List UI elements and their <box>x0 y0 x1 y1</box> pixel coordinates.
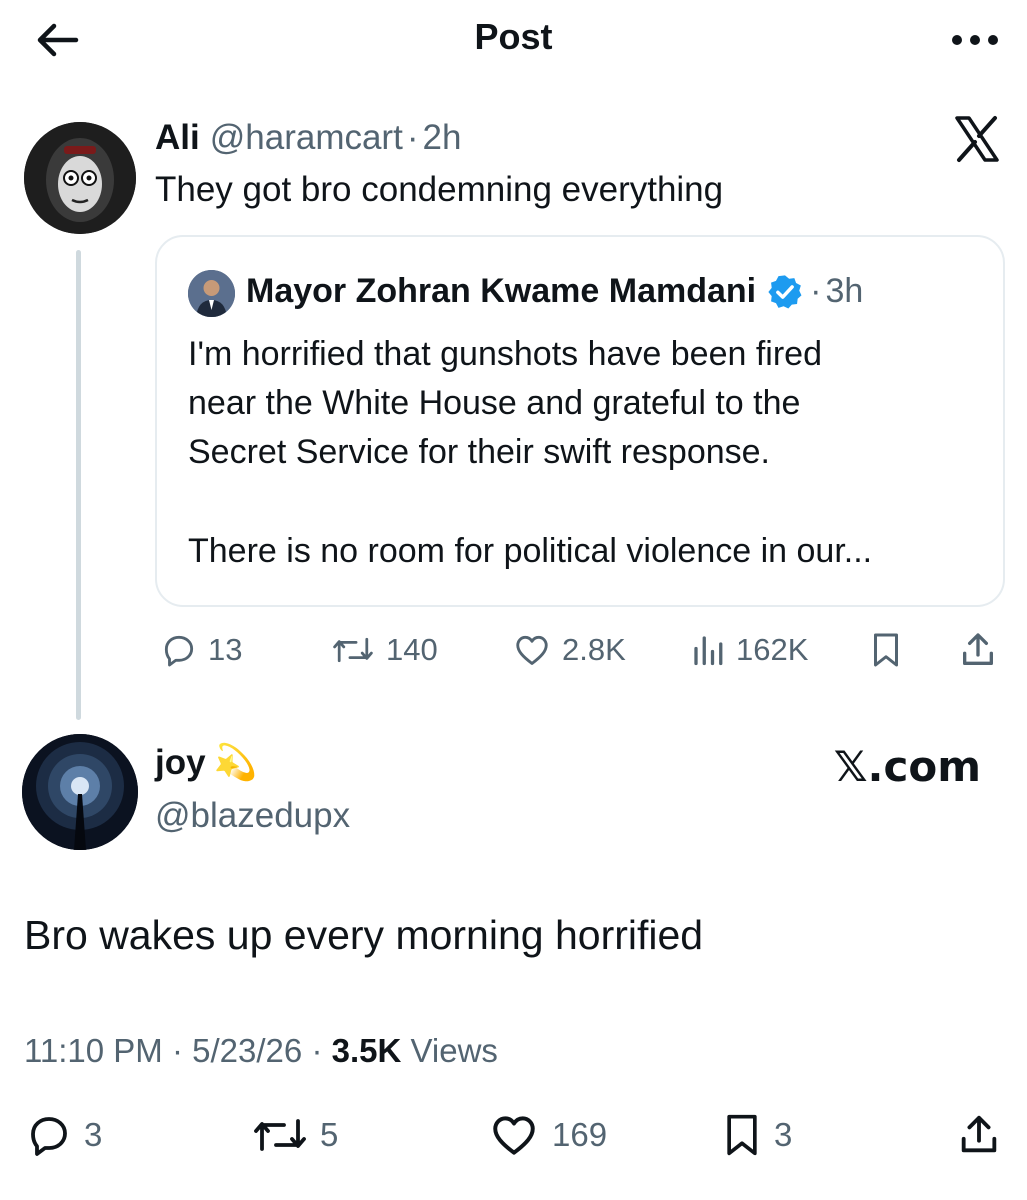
bookmark-icon <box>727 1114 757 1156</box>
like-button[interactable]: 169 <box>486 1110 607 1160</box>
separator-dot: · <box>171 1032 183 1069</box>
quoted-avatar <box>188 270 235 317</box>
share-icon <box>963 633 993 665</box>
like-button[interactable]: 2.8K <box>512 628 626 672</box>
repost-icon <box>333 637 373 663</box>
post-time[interactable]: 2h <box>422 118 461 158</box>
post-date[interactable]: 5/23/26 <box>192 1032 302 1069</box>
reply-button[interactable]: 3 <box>24 1110 102 1160</box>
bookmark-button[interactable]: 3 <box>720 1110 792 1160</box>
quoted-text-line: near the White House and grateful to the <box>188 384 801 422</box>
quoted-post-time: 3h <box>825 272 864 310</box>
reply-author-name[interactable]: joy <box>155 743 206 783</box>
reply-text: Bro wakes up every morning horrified <box>24 912 704 958</box>
dizzy-emoji-icon: 💫 <box>213 743 258 782</box>
like-count: 2.8K <box>562 632 626 667</box>
quoted-text-line: There is no room for political violence … <box>188 532 873 570</box>
bookmark-count: 3 <box>774 1116 793 1153</box>
thread-connector <box>76 250 81 720</box>
repost-button[interactable]: 140 <box>330 628 438 672</box>
separator-dot: · <box>311 1032 323 1069</box>
more-button[interactable] <box>945 22 1005 58</box>
author-line: Ali @haramcart · 2h <box>155 118 461 158</box>
separator-dot: · <box>406 118 419 157</box>
more-horizontal-icon <box>952 35 998 45</box>
repost-icon <box>254 1119 306 1151</box>
reply-author-handle[interactable]: @blazedupx <box>155 796 350 836</box>
quoted-text-line: I'm horrified that gunshots have been fi… <box>188 335 822 373</box>
page-title: Post <box>474 16 553 57</box>
repost-count: 5 <box>320 1116 339 1153</box>
views-button[interactable]: 162K <box>690 628 808 672</box>
x-logo-icon <box>955 116 999 162</box>
like-count: 169 <box>552 1116 608 1153</box>
quoted-text-line: Secret Service for their swift response. <box>188 433 771 471</box>
author-name[interactable]: Ali <box>155 118 200 158</box>
avatar[interactable] <box>24 122 136 234</box>
reply-icon <box>164 635 194 667</box>
views-count: 3.5K <box>331 1032 402 1069</box>
author-handle[interactable]: @haramcart <box>210 118 403 158</box>
reply-button[interactable]: 13 <box>160 628 242 672</box>
avatar-image <box>24 122 136 234</box>
quoted-author-line: Mayor Zohran Kwame Mamdani · 3h <box>246 272 863 311</box>
heart-icon <box>493 1116 535 1155</box>
share-icon <box>961 1115 997 1153</box>
quoted-avatar-image <box>188 270 235 317</box>
avatar[interactable] <box>22 734 138 850</box>
repost-button[interactable]: 5 <box>250 1110 338 1160</box>
share-button[interactable] <box>958 628 998 672</box>
bookmark-button[interactable] <box>868 628 904 672</box>
watermark: 𝕏.com <box>833 742 981 791</box>
share-button[interactable] <box>956 1110 1002 1160</box>
views-label: Views <box>410 1032 498 1069</box>
verified-badge-icon <box>768 274 802 308</box>
avatar-image <box>22 734 138 850</box>
reply-icon <box>31 1117 67 1156</box>
repost-count: 140 <box>386 632 438 667</box>
post-time[interactable]: 11:10 PM <box>24 1032 163 1069</box>
reply-count: 3 <box>84 1116 103 1153</box>
reply-count: 13 <box>208 632 243 667</box>
x-logo-button[interactable] <box>951 114 1003 164</box>
views-icon <box>694 636 723 666</box>
separator-dot: · <box>810 272 822 310</box>
post-text: They got bro condemning everything <box>155 170 724 209</box>
reply-author-name-line: joy 💫 <box>155 742 257 783</box>
bookmark-icon <box>874 633 898 667</box>
views-count: 162K <box>736 632 809 667</box>
quoted-author-name: Mayor Zohran Kwame Mamdani <box>246 272 757 310</box>
heart-icon <box>516 635 548 665</box>
post-meta: 11:10 PM · 5/23/26 · 3.5K Views <box>24 1032 498 1070</box>
